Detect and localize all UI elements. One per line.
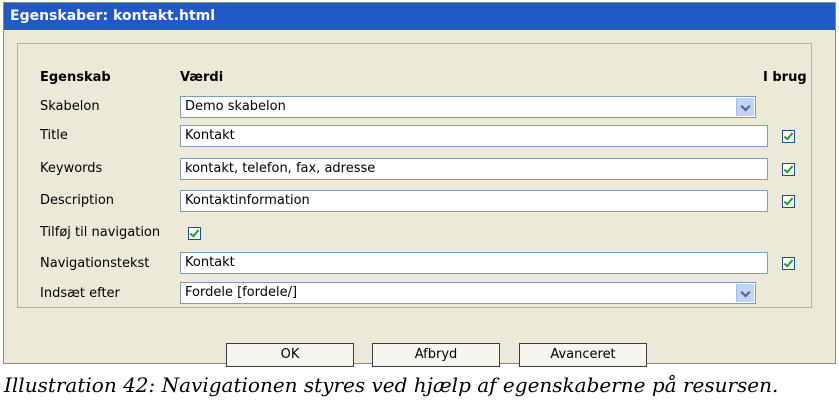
cancel-button[interactable]: Afbryd: [372, 343, 500, 367]
insert-after-value: Fordele [fordele/]: [185, 285, 298, 300]
navigation-text-in-use-checkbox[interactable]: [782, 257, 795, 270]
keywords-in-use-checkbox[interactable]: [782, 163, 795, 176]
template-select[interactable]: Demo skabelon: [180, 96, 756, 118]
navigation-text-input[interactable]: Kontakt: [180, 252, 768, 274]
template-value: Demo skabelon: [185, 99, 286, 114]
figure-caption: Illustration 42: Navigationen styres ved…: [4, 373, 779, 397]
chevron-down-icon[interactable]: [736, 98, 754, 116]
title-label: Title: [40, 128, 68, 143]
insert-after-label: Indsæt efter: [40, 286, 120, 301]
navigation-text-label: Navigationstekst: [40, 256, 150, 271]
keywords-input[interactable]: kontakt, telefon, fax, adresse: [180, 158, 768, 180]
add-to-navigation-label: Tilføj til navigation: [40, 225, 161, 240]
add-to-navigation-checkbox[interactable]: [188, 227, 201, 240]
title-input[interactable]: Kontakt: [180, 125, 768, 147]
description-in-use-checkbox[interactable]: [782, 195, 795, 208]
chevron-down-icon[interactable]: [736, 284, 754, 302]
header-in-use: I brug: [763, 70, 807, 85]
template-label: Skabelon: [40, 99, 100, 114]
advanced-button[interactable]: Avanceret: [519, 343, 647, 367]
title-in-use-checkbox[interactable]: [782, 130, 795, 143]
dialog-title: Egenskaber: kontakt.html: [4, 3, 835, 30]
header-value: Værdi: [180, 70, 224, 85]
description-input[interactable]: Kontaktinformation: [180, 190, 768, 212]
header-property: Egenskab: [40, 70, 111, 85]
insert-after-select[interactable]: Fordele [fordele/]: [180, 282, 756, 304]
ok-button[interactable]: OK: [226, 343, 354, 367]
keywords-label: Keywords: [40, 161, 103, 176]
description-label: Description: [40, 193, 115, 208]
